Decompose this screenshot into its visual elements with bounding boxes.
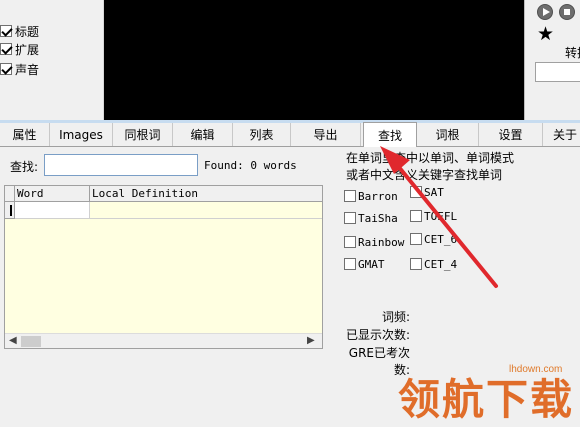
option-sound[interactable]: 声音 bbox=[0, 60, 39, 78]
shown-count-label: 已显示次数: bbox=[345, 328, 410, 342]
option-title-label: 标题 bbox=[15, 24, 40, 39]
filter-cet4[interactable]: CET_4 bbox=[410, 256, 457, 272]
tab-root[interactable]: 词根 bbox=[417, 123, 479, 146]
column-header-word[interactable]: Word bbox=[15, 186, 90, 202]
filter-gmat-checkbox[interactable] bbox=[344, 258, 356, 270]
search-label: 查找: bbox=[10, 160, 39, 174]
filter-sat[interactable]: SAT bbox=[410, 184, 444, 200]
filter-cet6[interactable]: CET_6 bbox=[410, 231, 457, 247]
filter-toefl-checkbox[interactable] bbox=[410, 210, 422, 222]
grid-corner bbox=[5, 186, 15, 202]
tab-images[interactable]: Images bbox=[50, 123, 113, 146]
tab-edit[interactable]: 编辑 bbox=[173, 123, 233, 146]
stop-icon bbox=[564, 9, 570, 15]
play-button[interactable] bbox=[537, 4, 553, 20]
grid-header: Word Local Definition bbox=[5, 186, 322, 202]
option-sound-label: 声音 bbox=[15, 62, 40, 77]
search-description: 在单词里查中以单词、单词模式 或者中文含义关键字查找单词 bbox=[346, 150, 576, 184]
option-extension-label: 扩展 bbox=[15, 42, 40, 57]
filter-cet6-label: CET_6 bbox=[424, 232, 458, 246]
filter-taisha[interactable]: TaiSha bbox=[344, 210, 398, 226]
column-header-definition[interactable]: Local Definition bbox=[90, 186, 322, 202]
stop-button[interactable] bbox=[559, 4, 575, 20]
media-display-area bbox=[104, 0, 524, 120]
description-line-2: 或者中文含义关键字查找单词 bbox=[346, 168, 503, 182]
play-icon bbox=[543, 8, 550, 16]
option-title[interactable]: 标题 bbox=[0, 22, 39, 40]
option-title-checkbox[interactable] bbox=[0, 25, 12, 37]
scroll-left-icon[interactable]: ◀ bbox=[9, 335, 17, 346]
filter-barron-checkbox[interactable] bbox=[344, 190, 356, 202]
scroll-thumb[interactable] bbox=[21, 336, 41, 347]
filter-rainbow-label: Rainbow bbox=[358, 235, 405, 249]
tab-settings[interactable]: 设置 bbox=[479, 123, 543, 146]
frequency-label: 词频: bbox=[381, 310, 410, 324]
star-icon[interactable]: ★ bbox=[537, 24, 554, 44]
tab-same-root[interactable]: 同根词 bbox=[113, 123, 173, 146]
filter-cet6-checkbox[interactable] bbox=[410, 233, 422, 245]
convert-label: 转换 bbox=[565, 46, 580, 60]
filter-gmat[interactable]: GMAT bbox=[344, 256, 385, 272]
convert-input[interactable] bbox=[535, 62, 580, 82]
filter-barron[interactable]: Barron bbox=[344, 188, 398, 204]
filter-cet4-label: CET_4 bbox=[424, 257, 458, 271]
grid-cell-word[interactable] bbox=[15, 202, 90, 219]
filter-taisha-label: TaiSha bbox=[358, 211, 398, 225]
tab-list[interactable]: 列表 bbox=[233, 123, 291, 146]
playback-controls: ★ 转换 bbox=[524, 0, 580, 120]
description-line-1: 在单词里查中以单词、单词模式 bbox=[346, 151, 515, 165]
search-input[interactable] bbox=[44, 154, 198, 176]
filter-sat-checkbox[interactable] bbox=[410, 186, 422, 198]
tab-export[interactable]: 导出 bbox=[291, 123, 361, 146]
option-extension-checkbox[interactable] bbox=[0, 43, 12, 55]
grid-cell-definition[interactable] bbox=[90, 202, 322, 219]
display-options-panel: 标题 扩展 声音 bbox=[0, 0, 104, 120]
watermark-url: lhdown.com bbox=[509, 364, 563, 375]
filter-toefl-label: TOEFL bbox=[424, 209, 458, 223]
tab-bar-divider bbox=[0, 146, 580, 147]
filter-rainbow[interactable]: Rainbow bbox=[344, 234, 404, 250]
filter-sat-label: SAT bbox=[424, 185, 444, 199]
option-extension[interactable]: 扩展 bbox=[0, 40, 39, 58]
found-count: Found: 0 words bbox=[204, 159, 297, 172]
scroll-right-icon[interactable]: ▶ bbox=[307, 335, 315, 346]
tab-search[interactable]: 查找 bbox=[363, 122, 417, 147]
results-grid[interactable]: Word Local Definition ◀ ▶ bbox=[4, 185, 323, 349]
tab-properties[interactable]: 属性 bbox=[0, 123, 50, 146]
filter-toefl[interactable]: TOEFL bbox=[410, 208, 457, 224]
filter-taisha-checkbox[interactable] bbox=[344, 212, 356, 224]
filter-cet4-checkbox[interactable] bbox=[410, 258, 422, 270]
filter-rainbow-checkbox[interactable] bbox=[344, 236, 356, 248]
tab-about[interactable]: 关于 bbox=[543, 123, 580, 146]
row-indicator bbox=[5, 202, 15, 219]
filter-barron-label: Barron bbox=[358, 189, 398, 203]
option-sound-checkbox[interactable] bbox=[0, 63, 12, 75]
filter-gmat-label: GMAT bbox=[358, 257, 385, 271]
horizontal-scrollbar[interactable]: ◀ ▶ bbox=[5, 333, 322, 348]
